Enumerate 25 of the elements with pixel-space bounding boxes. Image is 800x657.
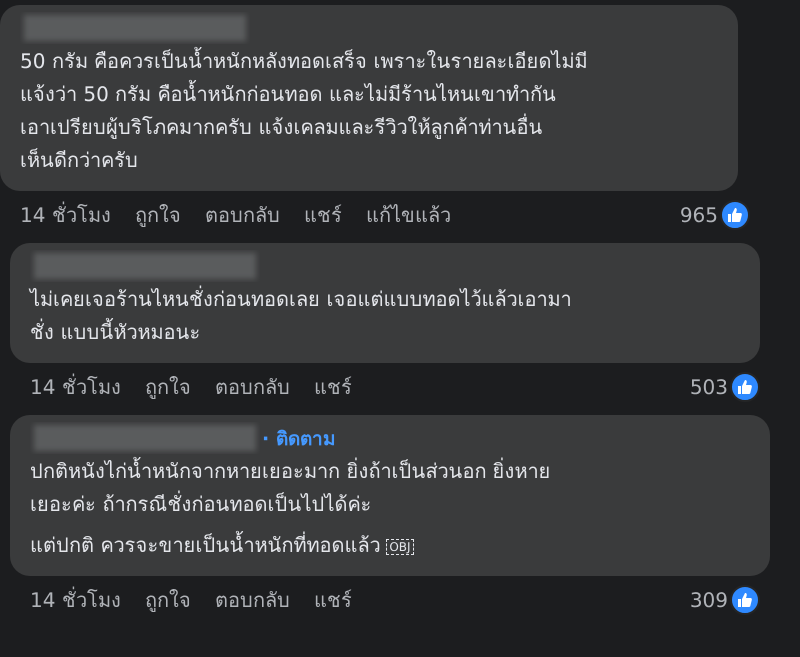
- comment-action[interactable]: ถูกใจ: [134, 199, 181, 231]
- comment-action[interactable]: แก้ไขแล้ว: [366, 199, 451, 231]
- reaction-count[interactable]: 503: [690, 375, 728, 399]
- like-icon[interactable]: [730, 585, 760, 615]
- comment-text: 50 กรัม คือควรเป็นน้ำหนักหลังทอดเสร็จ เพราะในรายละเอียดไม่มี แจ้งว่า 50 กรัม คือน้ำหนักก่อนทอด และไม่มีร้านไหนเขาทำกัน เอาเปรียบผู้บริโภคมากครับ แจ้งเคลมและรีวิวให้ลูกค้าท่านอื่น เห็นดีกว่าครับ: [20, 45, 720, 177]
- comment-action[interactable]: ตอบกลับ: [214, 584, 290, 616]
- reaction-count[interactable]: 309: [690, 588, 728, 612]
- comment-time[interactable]: 14 ชั่วโมง: [30, 371, 121, 403]
- like-icon[interactable]: [720, 200, 750, 230]
- follow-link[interactable]: · ติดตาม: [262, 423, 336, 453]
- comment-action[interactable]: แชร์: [314, 584, 352, 616]
- comment-time[interactable]: 14 ชั่วโมง: [30, 584, 121, 616]
- comment-action[interactable]: ถูกใจ: [144, 584, 191, 616]
- comment-text: ปกติหนังไก่น้ำหนักจากหายเยอะมาก ยิ่งถ้าเป็นส่วนอก ยิ่งหาย เยอะค่ะ ถ้ากรณีชั่งก่อนทอดเป็นไปได้ค่ะ: [30, 455, 752, 521]
- like-icon[interactable]: [730, 372, 760, 402]
- comment-time[interactable]: 14 ชั่วโมง: [20, 199, 111, 231]
- reaction-count[interactable]: 965: [680, 203, 718, 227]
- comment-action[interactable]: ตอบกลับ: [214, 371, 290, 403]
- comment-action[interactable]: ตอบกลับ: [204, 199, 280, 231]
- comment-action[interactable]: แชร์: [304, 199, 342, 231]
- object-marker: OBJ: [386, 538, 414, 555]
- comment-text: ไม่เคยเจอร้านไหนชั่งก่อนทอดเลย เจอแต่แบบทอดไว้แล้วเอามา ชั่ง แบบนี้หัวหมอนะ: [30, 284, 572, 346]
- comment-action[interactable]: แชร์: [314, 371, 352, 403]
- comment-text: แต่ปกติ ควรจะขายเป็นน้ำหนักที่ทอดแล้ว OBJ: [30, 529, 752, 562]
- comment-action[interactable]: ถูกใจ: [144, 371, 191, 403]
